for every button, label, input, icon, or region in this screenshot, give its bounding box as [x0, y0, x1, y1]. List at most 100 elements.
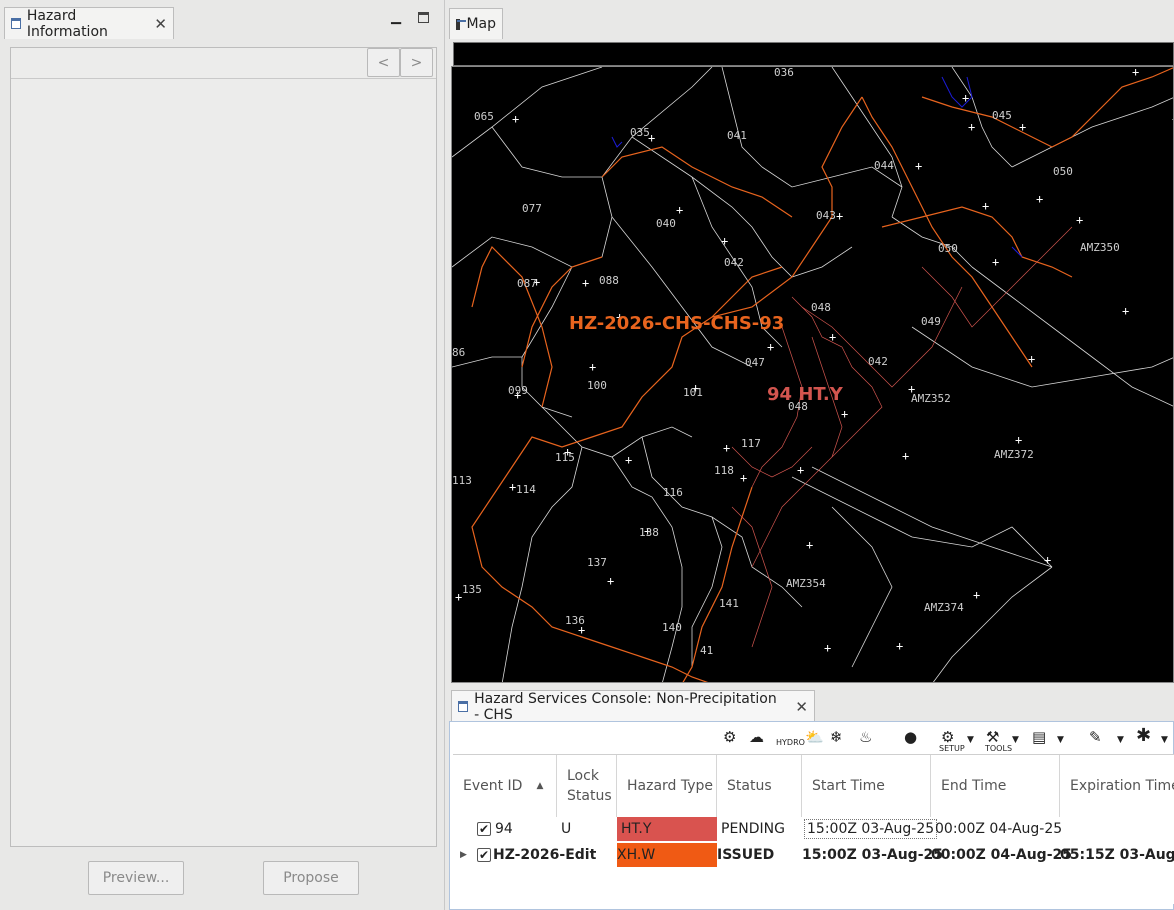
lightning-icon[interactable]: ☁ [749, 728, 764, 746]
zone-label: 050 [1053, 165, 1073, 178]
zone-label: 113 [452, 474, 472, 487]
paint-icon[interactable]: ✎ [1089, 728, 1102, 746]
chevron-down-icon[interactable]: ▼ [1057, 735, 1064, 745]
tab-map[interactable]: Map [449, 8, 503, 39]
star-icon[interactable]: ✱ [1136, 725, 1151, 746]
hazard-info-content: < > [10, 47, 437, 847]
end-time: 00:00Z 04-Aug-25 [935, 821, 1063, 837]
chevron-down-icon[interactable]: ▼ [1012, 735, 1019, 745]
sort-asc-icon: ▲ [536, 781, 544, 791]
table-row[interactable]: ▶ ✔ HZ-2026-Edit XH.W ISSUED 15:00Z 03-A… [453, 843, 1174, 867]
zone-label: 049 [921, 315, 941, 328]
event-id: HZ-2026-Edit [493, 847, 597, 863]
minimize-icon[interactable]: ▁ [391, 10, 401, 25]
svg-text:+: + [836, 209, 843, 223]
cloud-sun-icon[interactable]: ⛅ [805, 728, 824, 746]
close-icon[interactable]: ✕ [154, 15, 167, 33]
svg-text:+: + [1019, 120, 1026, 134]
chevron-down-icon[interactable]: ▼ [1161, 735, 1168, 745]
zone-label: AMZ372 [994, 448, 1034, 461]
zone-label: 138 [639, 526, 659, 539]
row-checkbox[interactable]: ✔ [477, 848, 491, 862]
svg-text:+: + [1015, 433, 1022, 447]
next-button[interactable]: > [400, 48, 433, 77]
zone-label: 101 [683, 386, 703, 399]
zone-label: 045 [992, 109, 1012, 122]
col-expiration-time[interactable]: Expiration Time [1060, 755, 1174, 817]
view-icon [458, 701, 469, 712]
expand-icon[interactable]: ▶ [460, 843, 467, 867]
zone-label: 065 [474, 110, 494, 123]
svg-text:+: + [740, 471, 747, 485]
col-status[interactable]: Status [717, 755, 802, 817]
tab-console[interactable]: Hazard Services Console: Non-Precipitati… [451, 690, 815, 723]
status: ISSUED [717, 847, 775, 863]
tropical-icon[interactable]: ⚙ [723, 728, 736, 746]
maximize-icon[interactable] [418, 12, 429, 23]
col-label: Event ID [463, 778, 523, 794]
svg-text:+: + [589, 360, 596, 374]
zone-label: 137 [587, 556, 607, 569]
svg-text:+: + [512, 112, 519, 126]
row-checkbox[interactable]: ✔ [477, 822, 491, 836]
col-event-id[interactable]: Event ID ▲ [453, 755, 557, 817]
col-end-time[interactable]: End Time [931, 755, 1060, 817]
svg-text:+: + [806, 538, 813, 552]
fire-icon[interactable]: ♨ [859, 728, 872, 746]
close-icon[interactable]: ✕ [795, 698, 808, 716]
start-time: 15:00Z 03-Aug-25 [802, 847, 943, 863]
svg-text:+: + [902, 449, 909, 463]
end-time: 00:00Z 04-Aug-25 [931, 847, 1072, 863]
zone-label: AMZ350 [1080, 241, 1120, 254]
lock-status: U [561, 821, 572, 837]
hazard-label-xhw[interactable]: HZ-2026-CHS-CHS-93 [569, 313, 784, 334]
document-icon[interactable]: ▤ [1032, 728, 1046, 746]
zone-label: 042 [868, 355, 888, 368]
zone-label: 077 [522, 202, 542, 215]
zone-label: 042 [724, 256, 744, 269]
hazard-type: XH.W [617, 843, 717, 867]
svg-text:+: + [841, 407, 848, 421]
chevron-down-icon[interactable]: ▼ [967, 735, 974, 745]
zone-label: 036 [774, 66, 794, 79]
zone-label: AMZ352 [911, 392, 951, 405]
prev-button[interactable]: < [367, 48, 400, 77]
col-label: End Time [941, 778, 1007, 794]
svg-text:+: + [797, 463, 804, 477]
hazard-services-console: Hazard Services Console: Non-Precipitati… [449, 690, 1174, 910]
start-time[interactable]: 15:00Z 03-Aug-25 [804, 819, 938, 839]
svg-text:+: + [1036, 192, 1043, 206]
person-icon[interactable]: ● [904, 728, 917, 746]
event-id: 94 [495, 821, 513, 837]
tab-hazard-information[interactable]: Hazard Information ✕ [4, 7, 174, 40]
map-icon [456, 18, 468, 30]
svg-text:+: + [721, 234, 728, 248]
svg-text:+: + [1122, 304, 1129, 318]
col-label: Status [727, 778, 772, 794]
hazard-label-hty[interactable]: 94 HT.Y [767, 384, 843, 405]
hydro-icon[interactable]: HYDRO [776, 738, 805, 747]
svg-text:+: + [1044, 553, 1051, 567]
zone-label: 099 [508, 384, 528, 397]
col-hazard-type[interactable]: Hazard Type [617, 755, 717, 817]
svg-text:+: + [1132, 67, 1139, 79]
col-lock-status[interactable]: Lock Status [557, 755, 617, 817]
chevron-down-icon[interactable]: ▼ [1117, 735, 1124, 745]
table-row[interactable]: ✔ 94 U HT.Y PENDING 15:00Z 03-Aug-25 00:… [453, 817, 1174, 841]
svg-text:+: + [767, 340, 774, 354]
preview-button[interactable]: Preview... [88, 861, 184, 895]
map-canvas[interactable]: + + + + + + + + + + + + + + + + + + + + + + + + + + + + + + … [451, 66, 1174, 683]
zone-label: 141 [719, 597, 739, 610]
col-start-time[interactable]: Start Time [802, 755, 931, 817]
svg-text:+: + [962, 91, 969, 105]
zone-label: 043 [816, 209, 836, 222]
svg-text:+: + [607, 574, 614, 588]
propose-button[interactable]: Propose [263, 861, 359, 895]
zone-label: 087 [517, 277, 537, 290]
svg-text:+: + [582, 276, 589, 290]
setup-label: SETUP [939, 744, 965, 753]
svg-text:+: + [982, 199, 989, 213]
winter-icon[interactable]: ❄ [830, 728, 843, 746]
zone-label: 048 [811, 301, 831, 314]
zone-label: 040 [656, 217, 676, 230]
